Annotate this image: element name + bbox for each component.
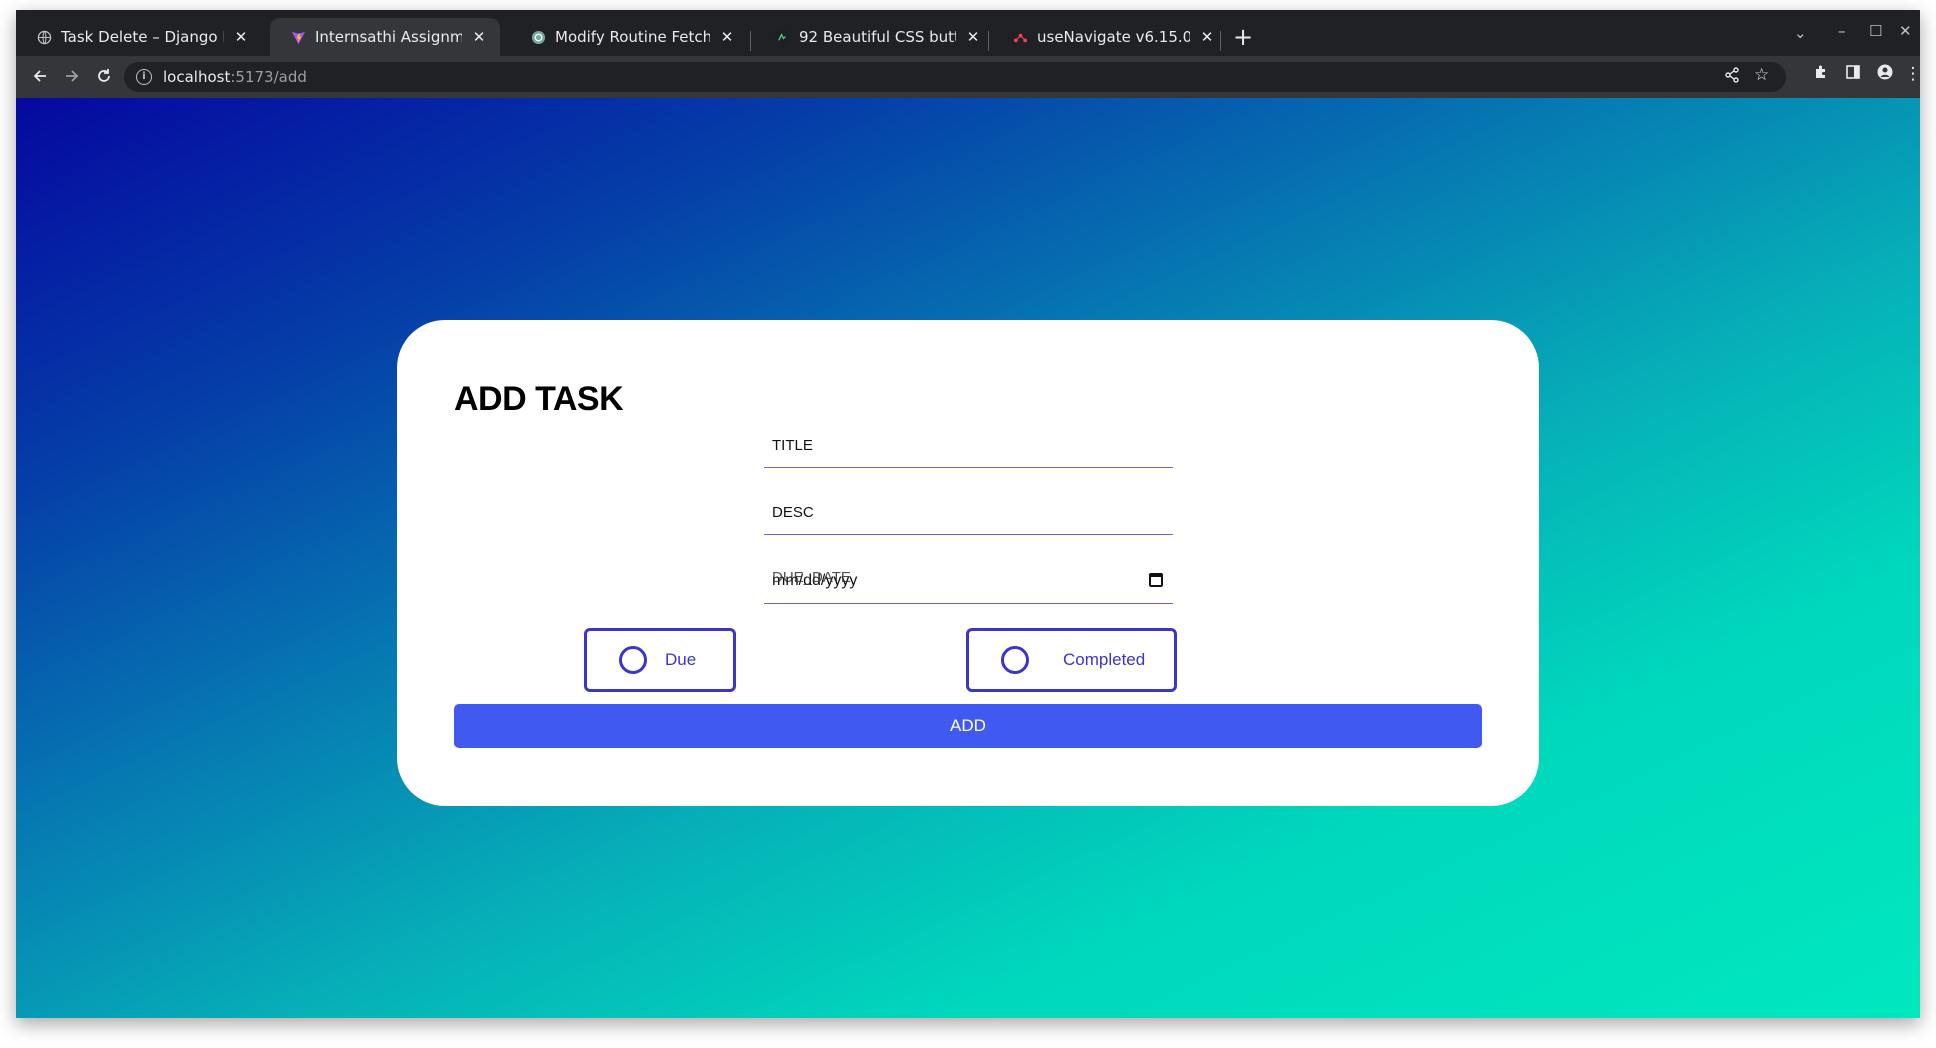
react-router-icon [1012,29,1028,45]
desc-input[interactable]: DESC [764,491,1173,535]
browser-window: Task Delete – Django REST ✕ Internsathi … [16,10,1920,1018]
tab-modify-routine[interactable]: Modify Routine Fetching C ✕ [510,18,748,56]
tab-title: 92 Beautiful CSS buttons e [799,28,956,46]
close-tab-icon[interactable]: ✕ [470,28,488,46]
tab-search-icon[interactable]: ⌄ [1794,24,1807,42]
page-title: ADD TASK [454,380,624,418]
close-tab-icon[interactable]: ✕ [232,28,250,46]
tab-usenavigate[interactable]: useNavigate v6.15.0 | Reac ✕ [992,18,1228,56]
profile-icon[interactable] [1872,64,1898,85]
bookmark-star-icon[interactable]: ☆ [1754,65,1769,85]
url-path: :5173/add [230,68,307,86]
reload-icon [98,69,110,82]
page-background: ADD TASK TITLE DESC DUE_DATE mm/dd/yyyy … [16,98,1920,1018]
new-tab-button[interactable]: + [1229,24,1257,52]
tab-separator [1220,31,1221,51]
side-panel-icon[interactable] [1840,64,1866,85]
tab-title: Internsathi Assignment [315,28,462,46]
globe-icon [36,29,52,45]
tab-strip: Task Delete – Django REST ✕ Internsathi … [16,10,1920,56]
minimize-icon[interactable]: – [1838,22,1846,40]
browser-toolbar: i localhost:5173/add ☆ ⋮ [16,56,1920,98]
extensions-icon[interactable] [1808,64,1834,85]
menu-kebab-icon[interactable]: ⋮ [1900,64,1921,84]
tab-internsathi[interactable]: Internsathi Assignment ✕ [270,18,500,56]
forward-arrow-icon [66,70,79,82]
tab-title: useNavigate v6.15.0 | Reac [1037,28,1190,46]
tab-css-buttons[interactable]: 92 Beautiful CSS buttons e ✕ [754,18,994,56]
due-date-input[interactable]: DUE_DATE mm/dd/yyyy [764,558,1173,604]
status-completed-label: Completed [1063,650,1146,669]
desc-placeholder: DESC [772,504,814,521]
tab-task-delete[interactable]: Task Delete – Django REST ✕ [16,18,262,56]
tab-separator [750,31,751,51]
codepen-icon [774,29,790,45]
close-tab-icon[interactable]: ✕ [718,28,736,46]
add-task-card: ADD TASK TITLE DESC DUE_DATE mm/dd/yyyy … [397,320,1539,806]
close-tab-icon[interactable]: ✕ [964,28,982,46]
tab-title: Task Delete – Django REST [61,28,224,46]
add-task-button[interactable]: ADD [454,704,1482,748]
url-host: localhost [163,68,231,86]
share-icon[interactable] [1724,67,1740,88]
vite-icon [290,29,306,45]
status-completed-option[interactable]: Completed [966,628,1177,692]
back-arrow-icon [33,70,46,82]
status-due-option[interactable]: Due [584,628,736,692]
status-due-label: Due [665,650,697,669]
forward-button[interactable] [59,64,85,90]
title-placeholder: TITLE [772,437,813,454]
close-window-icon[interactable]: ✕ [1899,22,1912,40]
chatgpt-icon [530,29,546,45]
address-bar[interactable]: i localhost:5173/add ☆ [124,62,1786,92]
tab-separator [988,31,989,51]
radio-circle-icon [619,646,647,674]
calendar-icon[interactable] [1149,573,1163,587]
radio-circle-icon [1001,646,1029,674]
title-input[interactable]: TITLE [764,424,1173,468]
due-date-placeholder: DUE_DATE [772,569,851,586]
reload-button[interactable] [91,64,117,90]
maximize-icon[interactable]: ☐ [1869,22,1882,40]
close-tab-icon[interactable]: ✕ [1198,28,1216,46]
tab-title: Modify Routine Fetching C [555,28,710,46]
back-button[interactable] [27,64,53,90]
site-info-icon[interactable]: i [136,69,152,85]
